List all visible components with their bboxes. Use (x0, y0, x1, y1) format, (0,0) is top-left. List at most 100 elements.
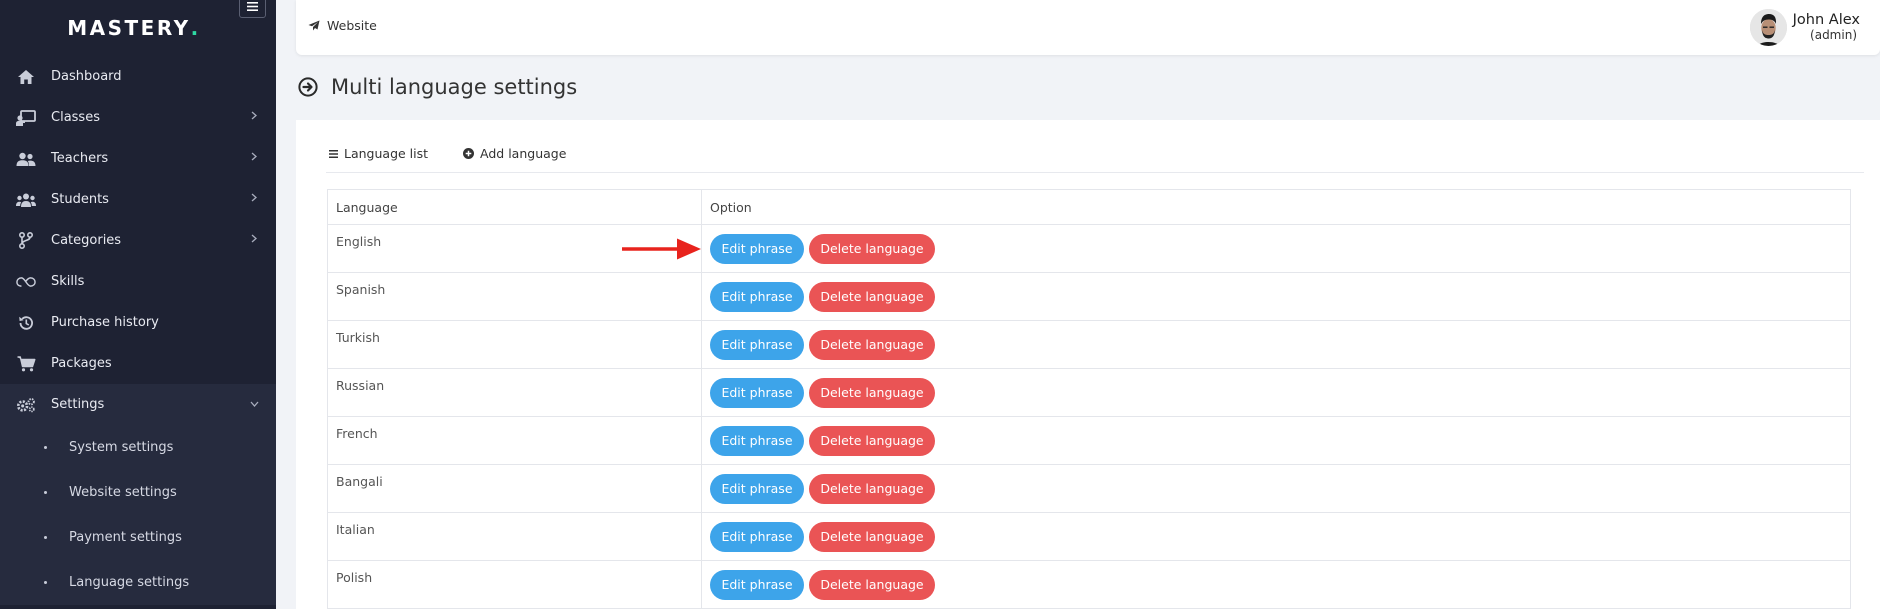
table-row: English Edit phrase Delete language (327, 224, 1851, 273)
sidebar-item-label: Settings (51, 397, 105, 412)
sidebar-item-skills[interactable]: Skills (0, 261, 276, 302)
sidebar-item-classes[interactable]: Classes (0, 97, 276, 138)
option-cell: Edit phrase Delete language (701, 224, 1851, 273)
edit-phrase-button[interactable]: Edit phrase (710, 329, 804, 360)
language-name: Italian (327, 512, 702, 561)
table-row: Polish Edit phrase Delete language (327, 560, 1851, 609)
website-link-label: Website (327, 18, 377, 33)
skills-icon (16, 272, 36, 292)
submenu-item-system-settings[interactable]: System settings (0, 425, 276, 470)
brand-logo[interactable]: MASTERY. (0, 0, 276, 56)
tab-label: Add language (480, 146, 567, 161)
submenu-item-label: System settings (69, 440, 174, 455)
user-menu[interactable]: John Alex (admin) (1749, 9, 1860, 46)
option-cell: Edit phrase Delete language (701, 368, 1851, 417)
edit-phrase-button[interactable]: Edit phrase (710, 569, 804, 600)
sidebar-item-dashboard[interactable]: Dashboard (0, 56, 276, 97)
delete-language-button[interactable]: Delete language (808, 281, 935, 312)
sidebar-toggle-button[interactable] (239, 0, 266, 18)
sidebar-item-categories[interactable]: Categories (0, 220, 276, 261)
edit-phrase-button[interactable]: Edit phrase (710, 281, 804, 312)
chevron-right-icon (251, 152, 257, 161)
column-header-language: Language (327, 189, 702, 225)
plus-circle-icon (463, 148, 475, 159)
sidebar-item-packages[interactable]: Packages (0, 343, 276, 384)
tab-divider (326, 172, 1864, 173)
language-name: Polish (327, 560, 702, 609)
brand-dot: . (190, 16, 201, 40)
option-cell: Edit phrase Delete language (701, 464, 1851, 513)
submenu-item-website-settings[interactable]: Website settings (0, 470, 276, 515)
users-icon (16, 149, 36, 169)
chevron-down-icon (250, 401, 259, 407)
chevron-right-icon (251, 234, 257, 243)
sidebar-item-label: Categories (51, 233, 122, 248)
page-title: Multi language settings (298, 75, 577, 99)
delete-language-button[interactable]: Delete language (808, 377, 935, 408)
chevron-right-icon (251, 111, 257, 120)
tab-add-language[interactable]: Add language (463, 146, 566, 161)
column-header-option: Option (701, 189, 1851, 225)
option-cell: Edit phrase Delete language (701, 416, 1851, 465)
delete-language-button[interactable]: Delete language (808, 233, 935, 264)
table-row: Bangali Edit phrase Delete language (327, 464, 1851, 513)
language-name: Bangali (327, 464, 702, 513)
language-name: Turkish (327, 320, 702, 369)
table-header-row: Language Option (327, 189, 1851, 225)
sidebar-item-label: Purchase history (51, 315, 159, 330)
brand-name: MASTERY (67, 16, 191, 40)
table-row: French Edit phrase Delete language (327, 416, 1851, 465)
sidebar-item-students[interactable]: Students (0, 179, 276, 220)
edit-phrase-button[interactable]: Edit phrase (710, 233, 804, 264)
tab-language-list[interactable]: Language list (329, 146, 428, 161)
sidebar-item-label: Dashboard (51, 69, 122, 84)
delete-language-button[interactable]: Delete language (808, 329, 935, 360)
sidebar-item-label: Skills (51, 274, 85, 289)
language-name: Russian (327, 368, 702, 417)
bullet-icon (44, 536, 47, 539)
bullet-icon (44, 581, 47, 584)
delete-language-button[interactable]: Delete language (808, 473, 935, 504)
cart-icon (16, 354, 36, 374)
table-row: Russian Edit phrase Delete language (327, 368, 1851, 417)
delete-language-button[interactable]: Delete language (808, 521, 935, 552)
website-link[interactable]: Website (308, 18, 377, 33)
tab-bar: Language list Add language (329, 146, 601, 161)
submenu-item-label: Website settings (69, 485, 177, 500)
page-title-text: Multi language settings (331, 75, 578, 99)
submenu-item-label: Language settings (69, 575, 190, 590)
option-cell: Edit phrase Delete language (701, 512, 1851, 561)
sidebar: MASTERY. Dashboard Classes Teachers Stud… (0, 0, 276, 609)
annotation-arrow-icon (622, 238, 701, 260)
sidebar-item-purchase-history[interactable]: Purchase history (0, 302, 276, 343)
edit-phrase-button[interactable]: Edit phrase (710, 473, 804, 504)
submenu-item-label: Payment settings (69, 530, 182, 545)
hamburger-icon (247, 1, 258, 11)
edit-phrase-button[interactable]: Edit phrase (710, 425, 804, 456)
submenu-item-language-settings[interactable]: Language settings (0, 560, 276, 605)
gears-icon (16, 395, 36, 415)
delete-language-button[interactable]: Delete language (808, 425, 935, 456)
sidebar-nav: Dashboard Classes Teachers Students Cate… (0, 56, 276, 425)
edit-phrase-button[interactable]: Edit phrase (710, 521, 804, 552)
list-icon (329, 149, 338, 158)
delete-language-button[interactable]: Delete language (808, 569, 935, 600)
classroom-icon (16, 108, 36, 128)
table-row: Spanish Edit phrase Delete language (327, 272, 1851, 321)
submenu-item-payment-settings[interactable]: Payment settings (0, 515, 276, 560)
sidebar-item-label: Students (51, 192, 109, 207)
language-name: Spanish (327, 272, 702, 321)
table-row: Turkish Edit phrase Delete language (327, 320, 1851, 369)
sidebar-item-settings[interactable]: Settings (0, 384, 276, 425)
chevron-right-icon (251, 193, 257, 202)
bullet-icon (44, 491, 47, 494)
settings-submenu: System settings Website settings Payment… (0, 425, 276, 605)
sidebar-item-teachers[interactable]: Teachers (0, 138, 276, 179)
edit-phrase-button[interactable]: Edit phrase (710, 377, 804, 408)
bullet-icon (44, 446, 47, 449)
tab-label: Language list (344, 146, 429, 161)
top-bar: Website John Alex (admin) (296, 0, 1880, 55)
history-icon (16, 313, 36, 333)
language-table: Language Option English Edit phrase Dele… (327, 189, 1851, 609)
students-icon (16, 190, 36, 210)
